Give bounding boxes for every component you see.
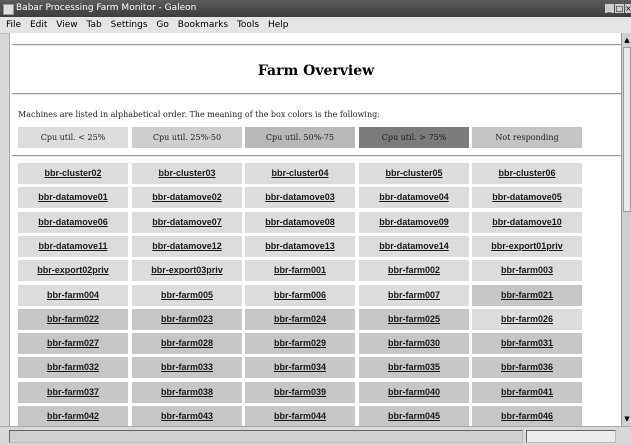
menu-file[interactable]: File (6, 17, 21, 33)
machine-link[interactable]: bbr-farm044 (245, 406, 355, 426)
machine-link[interactable]: bbr-farm032 (18, 357, 128, 378)
machine-link[interactable]: bbr-datamove02 (132, 187, 242, 208)
machine-link[interactable]: bbr-farm040 (359, 382, 469, 403)
machine-link[interactable]: bbr-datamove12 (132, 236, 242, 257)
machine-link[interactable]: bbr-export03priv (132, 260, 242, 281)
title-rule (12, 93, 622, 95)
menu-bookmarks[interactable]: Bookmarks (178, 17, 228, 33)
machine-link[interactable]: bbr-farm007 (359, 285, 469, 306)
menu-view[interactable]: View (56, 17, 77, 33)
machine-link[interactable]: bbr-cluster06 (472, 163, 582, 184)
window-title: Babar Processing Farm Monitor - Galeon (16, 3, 197, 13)
machine-link[interactable]: bbr-cluster04 (245, 163, 355, 184)
machine-link[interactable]: bbr-datamove07 (132, 212, 242, 233)
machine-link[interactable]: bbr-datamove10 (472, 212, 582, 233)
close-button[interactable]: × (625, 4, 631, 13)
status-bar (0, 426, 631, 445)
machine-link[interactable]: bbr-farm033 (132, 357, 242, 378)
progress-bar (526, 430, 616, 443)
legend-item: Cpu util. < 25% (18, 127, 128, 148)
window-titlebar[interactable]: Babar Processing Farm Monitor - Galeon _… (0, 0, 631, 17)
legend-item: Cpu util. > 75% (359, 127, 469, 148)
machine-link[interactable]: bbr-farm002 (359, 260, 469, 281)
maximize-button[interactable]: □ (615, 4, 624, 13)
machine-link[interactable]: bbr-farm003 (472, 260, 582, 281)
machine-link[interactable]: bbr-cluster05 (359, 163, 469, 184)
machine-link[interactable]: bbr-farm031 (472, 333, 582, 354)
machine-link[interactable]: bbr-farm037 (18, 382, 128, 403)
machine-link[interactable]: bbr-farm004 (18, 285, 128, 306)
machine-link[interactable]: bbr-datamove13 (245, 236, 355, 257)
machine-link[interactable]: bbr-farm006 (245, 285, 355, 306)
machine-link[interactable]: bbr-cluster02 (18, 163, 128, 184)
machine-link[interactable]: bbr-farm026 (472, 309, 582, 330)
scroll-down-icon[interactable]: ▼ (622, 414, 631, 424)
app-icon (3, 4, 14, 15)
legend-intro: Machines are listed in alphabetical orde… (18, 110, 380, 119)
page-content: Farm Overview Machines are listed in alp… (9, 33, 622, 426)
machine-link[interactable]: bbr-datamove06 (18, 212, 128, 233)
scrollbar-thumb[interactable] (623, 47, 631, 212)
status-field (9, 430, 523, 443)
machine-link[interactable]: bbr-farm039 (245, 382, 355, 403)
legend-item: Cpu util. 50%-75 (245, 127, 355, 148)
machine-link[interactable]: bbr-farm036 (472, 357, 582, 378)
vertical-scrollbar[interactable]: ▲ ▼ (621, 33, 631, 426)
menu-edit[interactable]: Edit (30, 17, 47, 33)
machine-link[interactable]: bbr-farm005 (132, 285, 242, 306)
machine-link[interactable]: bbr-datamove05 (472, 187, 582, 208)
machine-link[interactable]: bbr-farm045 (359, 406, 469, 426)
machine-link[interactable]: bbr-farm023 (132, 309, 242, 330)
machine-link[interactable]: bbr-farm034 (245, 357, 355, 378)
machine-link[interactable]: bbr-farm021 (472, 285, 582, 306)
machine-link[interactable]: bbr-farm035 (359, 357, 469, 378)
machine-link[interactable]: bbr-farm027 (18, 333, 128, 354)
machine-link[interactable]: bbr-datamove01 (18, 187, 128, 208)
machine-link[interactable]: bbr-farm042 (18, 406, 128, 426)
machine-link[interactable]: bbr-datamove14 (359, 236, 469, 257)
menu-settings[interactable]: Settings (111, 17, 148, 33)
machine-link[interactable]: bbr-farm022 (18, 309, 128, 330)
legend-item: Not responding (472, 127, 582, 148)
machine-link[interactable]: bbr-datamove08 (245, 212, 355, 233)
menu-tab[interactable]: Tab (86, 17, 101, 33)
minimize-button[interactable]: _ (605, 4, 614, 13)
scroll-up-icon[interactable]: ▲ (622, 35, 631, 45)
machine-link[interactable]: bbr-farm028 (132, 333, 242, 354)
machine-link[interactable]: bbr-cluster03 (132, 163, 242, 184)
machine-link[interactable]: bbr-export02priv (18, 260, 128, 281)
machine-link[interactable]: bbr-datamove09 (359, 212, 469, 233)
machine-link[interactable]: bbr-datamove03 (245, 187, 355, 208)
top-rule (12, 44, 622, 46)
machine-link[interactable]: bbr-farm024 (245, 309, 355, 330)
machine-link[interactable]: bbr-farm029 (245, 333, 355, 354)
machine-link[interactable]: bbr-farm030 (359, 333, 469, 354)
menu-bar: File Edit View Tab Settings Go Bookmarks… (0, 17, 631, 34)
machine-link[interactable]: bbr-datamove11 (18, 236, 128, 257)
machine-link[interactable]: bbr-farm038 (132, 382, 242, 403)
machine-link[interactable]: bbr-farm041 (472, 382, 582, 403)
menu-go[interactable]: Go (156, 17, 168, 33)
machine-link[interactable]: bbr-datamove04 (359, 187, 469, 208)
machine-link[interactable]: bbr-farm046 (472, 406, 582, 426)
machine-link[interactable]: bbr-farm001 (245, 260, 355, 281)
machine-link[interactable]: bbr-export01priv (472, 236, 582, 257)
machine-link[interactable]: bbr-farm043 (132, 406, 242, 426)
machine-link[interactable]: bbr-farm025 (359, 309, 469, 330)
legend-item: Cpu util. 25%-50 (132, 127, 242, 148)
legend-rule (12, 155, 622, 157)
menu-help[interactable]: Help (268, 17, 289, 33)
page-title: Farm Overview (257, 63, 375, 79)
menu-tools[interactable]: Tools (237, 17, 259, 33)
